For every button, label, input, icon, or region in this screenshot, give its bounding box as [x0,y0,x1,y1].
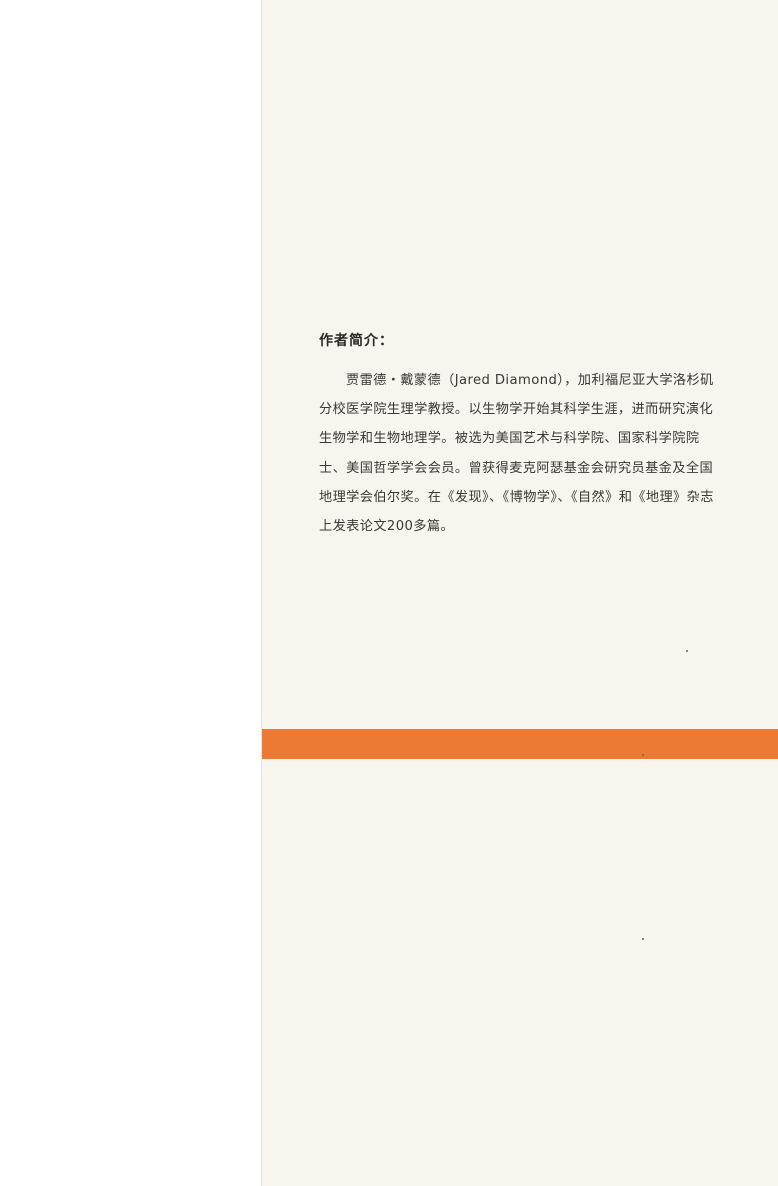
author-intro-section: 作者简介： 贾雷德・戴蒙德（Jared Diamond），加利福尼亚大学洛杉矶分… [319,330,719,541]
paper-speck [642,938,644,940]
author-intro-heading: 作者简介： [319,333,394,349]
paper-speck [642,754,644,756]
blank-margin [0,0,261,1186]
author-intro-body: 贾雷德・戴蒙德（Jared Diamond），加利福尼亚大学洛杉矶分校医学院生理… [319,373,714,535]
paper-speck [686,650,688,652]
orange-accent-band [262,729,778,759]
book-flap: 作者简介： 贾雷德・戴蒙德（Jared Diamond），加利福尼亚大学洛杉矶分… [261,0,778,1186]
book-page: 作者简介： 贾雷德・戴蒙德（Jared Diamond），加利福尼亚大学洛杉矶分… [0,0,778,1186]
